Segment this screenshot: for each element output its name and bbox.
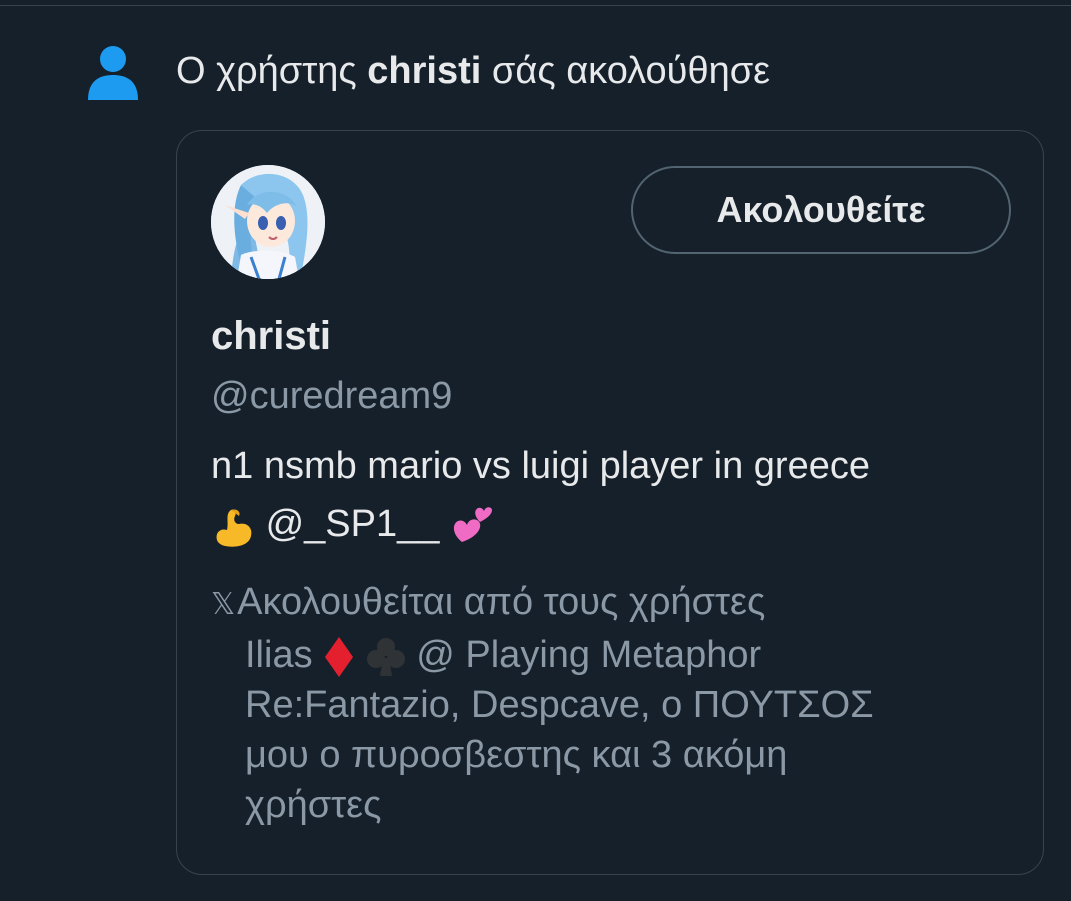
- bio-mention[interactable]: @_SP1__: [266, 503, 440, 545]
- bio-line-1: n1 nsmb mario vs luigi player in greece: [211, 445, 870, 487]
- followed-by-line-2: Ilias @ Playing Metaphor: [211, 630, 1011, 680]
- flexed-biceps-icon: [216, 509, 252, 547]
- notification-text: Ο χρήστης christi σάς ακολούθησε: [176, 46, 770, 96]
- user-bio: n1 nsmb mario vs luigi player in greece …: [211, 437, 1021, 553]
- notification-username[interactable]: christi: [367, 50, 481, 92]
- display-name[interactable]: christi: [211, 311, 331, 361]
- bio-line-2: @_SP1__: [211, 495, 1021, 553]
- followed-by-section[interactable]: 𝕏Ακολουθείται από τους χρήστες Ilias @ P…: [211, 577, 1011, 830]
- notification-prefix: Ο χρήστης: [176, 50, 357, 92]
- follower-name-playing-metaphor[interactable]: @ Playing Metaphor: [416, 634, 761, 676]
- person-icon: [88, 46, 138, 100]
- notification-suffix: σάς ακολούθησε: [491, 50, 771, 92]
- follow-notification[interactable]: Ο χρήστης christi σάς ακολούθησε: [0, 0, 1071, 120]
- x-logo-icon: 𝕏: [211, 587, 236, 622]
- followed-by-line-3: Re:Fantazio, Despcave, ο ΠΟΥΤΣΟΣ: [245, 684, 874, 726]
- user-card[interactable]: Ακολουθείτε christi @curedream9 n1 nsmb …: [176, 130, 1044, 875]
- avatar[interactable]: [211, 165, 325, 279]
- avatar-image: [211, 165, 325, 279]
- two-hearts-icon: [453, 507, 492, 542]
- user-handle[interactable]: @curedream9: [211, 371, 452, 421]
- club-suit-icon: [366, 637, 405, 676]
- followed-by-line-4: μου ο πυροσβεστης και 3 ακόμη: [245, 734, 788, 776]
- following-button[interactable]: Ακολουθείτε: [631, 166, 1011, 254]
- followed-by-line-1: 𝕏Ακολουθείται από τους χρήστες: [211, 577, 1011, 630]
- follower-name-ilias[interactable]: Ilias: [245, 634, 313, 676]
- followed-by-line-5: χρήστες: [245, 784, 382, 826]
- diamond-suit-icon: [325, 636, 354, 677]
